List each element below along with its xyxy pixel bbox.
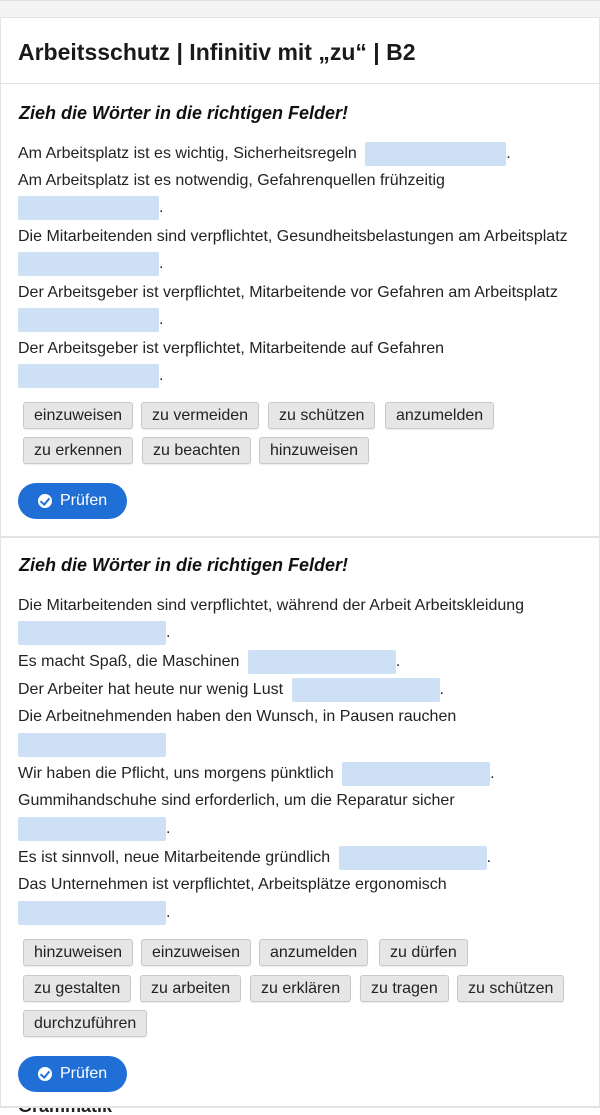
sentence-5: Der Arbeitsgeber ist verpflichtet, Mitar… <box>18 340 444 357</box>
drop-gap[interactable] <box>18 901 166 925</box>
drop-gap[interactable] <box>18 196 159 220</box>
sentence-6: Gummihandschuhe sind erforderlich, um di… <box>18 792 455 809</box>
word-chip[interactable]: zu beachten <box>142 437 252 464</box>
sentence-2-gap-line: . <box>18 196 163 220</box>
drop-gap[interactable] <box>338 846 487 870</box>
sentence-5-gap-line: . <box>18 364 163 388</box>
word-chip[interactable]: hinzuweisen <box>259 437 370 464</box>
word-chip[interactable]: zu gestalten <box>23 975 132 1002</box>
word-chip[interactable]: anzumelden <box>259 939 369 966</box>
sentence-6-gap-line: . <box>18 817 170 841</box>
word-chip[interactable]: zu schützen <box>268 402 376 429</box>
exercise-instruction: Zieh die Wörter in die richtigen Felder! <box>19 555 349 575</box>
drop-gap[interactable] <box>18 733 166 757</box>
sentence-3: Der Arbeiter hat heute nur wenig Lust . <box>18 678 444 702</box>
drop-gap[interactable] <box>18 621 166 645</box>
drop-gap[interactable] <box>365 142 507 166</box>
check-circle-icon <box>38 1067 52 1081</box>
sentence-4: Der Arbeitsgeber ist verpflichtet, Mitar… <box>18 284 558 301</box>
word-chip[interactable]: anzumelden <box>385 402 495 429</box>
word-chip[interactable]: zu dürfen <box>379 939 468 966</box>
exercise-instruction: Zieh die Wörter in die richtigen Felder! <box>19 103 349 123</box>
check-button[interactable]: Prüfen <box>18 1056 127 1092</box>
word-chip[interactable]: einzuweisen <box>141 939 252 966</box>
check-circle-icon <box>38 494 52 508</box>
drop-gap[interactable] <box>18 252 159 276</box>
sentence-8: Das Unternehmen ist verpflichtet, Arbeit… <box>18 876 447 893</box>
check-button[interactable]: Prüfen <box>18 483 127 519</box>
drop-gap[interactable] <box>247 650 396 674</box>
sentence-1: Am Arbeitsplatz ist es wichtig, Sicherhe… <box>18 142 511 166</box>
sentence-4-gap-line: . <box>18 308 163 332</box>
drop-gap[interactable] <box>18 364 159 388</box>
word-chip[interactable]: hinzuweisen <box>23 939 134 966</box>
sentence-3: Die Mitarbeitenden sind verpflichtet, Ge… <box>18 228 568 245</box>
word-chip[interactable]: zu erklären <box>250 975 352 1002</box>
sentence-5: Wir haben die Pflicht, uns morgens pünkt… <box>18 762 495 786</box>
exercise-card-1: Zieh die Wörter in die richtigen Felder!… <box>0 84 600 537</box>
word-chip[interactable]: zu erkennen <box>23 437 134 464</box>
word-chip[interactable]: zu tragen <box>360 975 449 1002</box>
sentence-8-gap-line: . <box>18 901 170 925</box>
sentence-2: Am Arbeitsplatz ist es notwendig, Gefahr… <box>18 172 445 189</box>
page-header: Arbeitsschutz | Infinitiv mit „zu“ | B2 <box>0 17 600 84</box>
word-chip[interactable]: zu vermeiden <box>141 402 260 429</box>
sentence-1: Die Mitarbeitenden sind verpflichtet, wä… <box>18 597 525 614</box>
sentence-4: Die Arbeitnehmenden haben den Wunsch, in… <box>18 708 457 725</box>
word-chip[interactable]: durchzuführen <box>23 1010 148 1037</box>
sentence-1-gap-line: . <box>18 621 170 645</box>
drop-gap[interactable] <box>291 678 440 702</box>
sentence-3-gap-line: . <box>18 252 163 276</box>
page-title: Arbeitsschutz | Infinitiv mit „zu“ | B2 <box>18 39 416 65</box>
drop-gap[interactable] <box>18 308 159 332</box>
page: Arbeitsschutz | Infinitiv mit „zu“ | B2 … <box>0 0 600 1115</box>
word-chip[interactable]: zu schützen <box>457 975 565 1002</box>
sentence-2: Es macht Spaß, die Maschinen . <box>18 650 400 674</box>
word-chip[interactable]: zu arbeiten <box>140 975 242 1002</box>
sentence-4-gap-line <box>18 733 166 757</box>
sentence-7: Es ist sinnvoll, neue Mitarbeitende grün… <box>18 846 491 870</box>
exercise-card-2: Zieh die Wörter in die richtigen Felder!… <box>0 537 600 1107</box>
drop-gap[interactable] <box>342 762 491 786</box>
drop-gap[interactable] <box>18 817 166 841</box>
word-chip[interactable]: einzuweisen <box>23 402 134 429</box>
